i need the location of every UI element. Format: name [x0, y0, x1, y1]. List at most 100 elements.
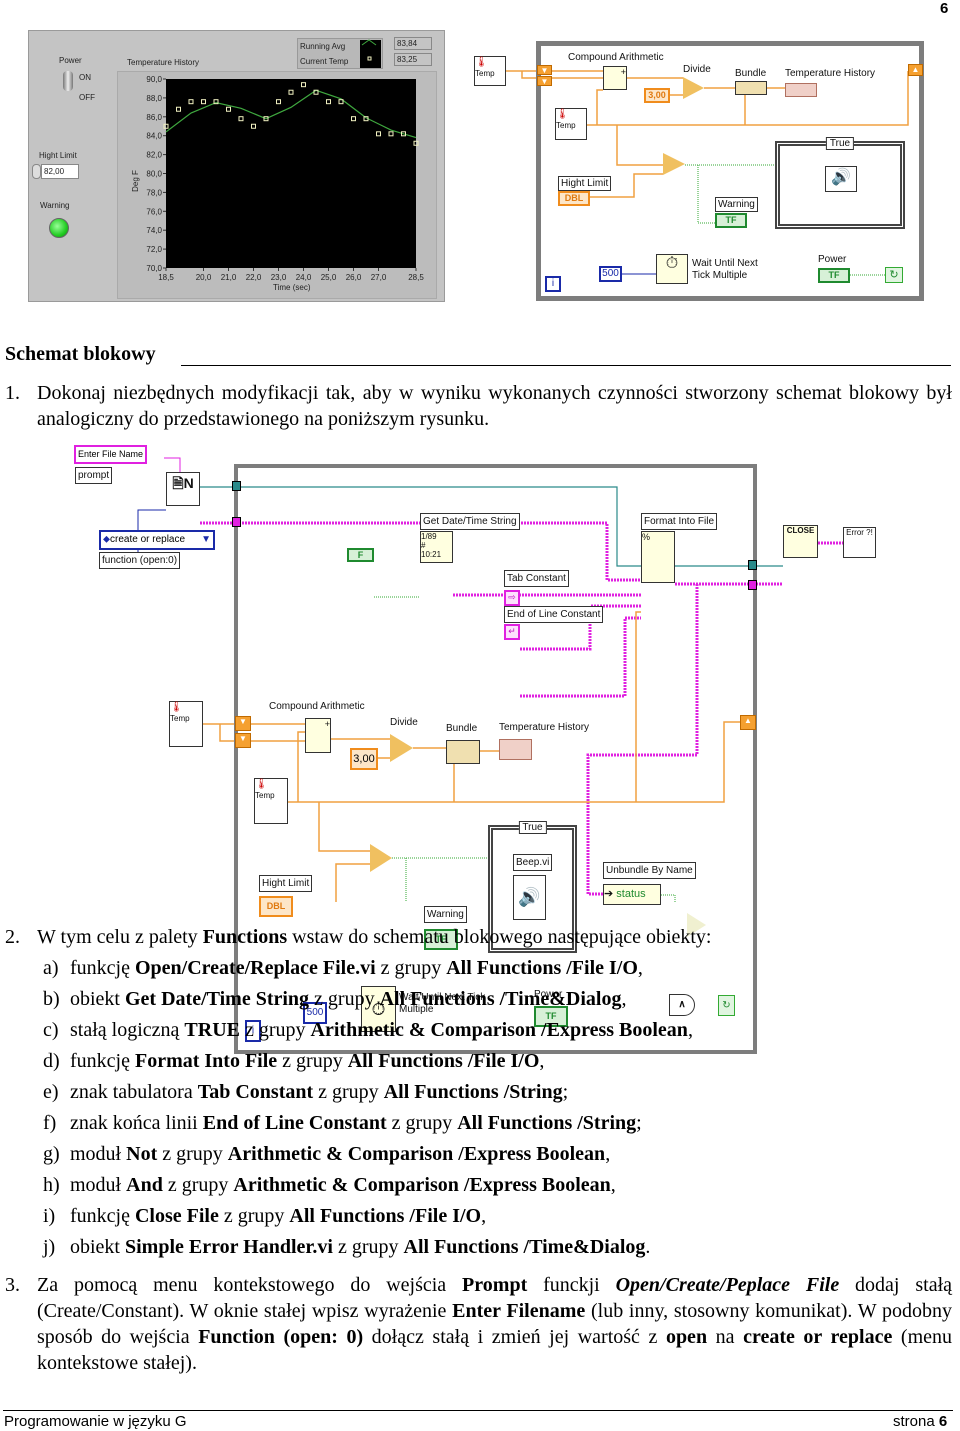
list-letter: b)	[43, 988, 60, 1010]
list-item: d) funkcję Format Into File z grupy All F…	[43, 1048, 544, 1074]
eol-constant[interactable]: ↵	[504, 624, 520, 640]
bold-term: Prompt	[462, 1274, 528, 1296]
format-into-file-node[interactable]: %	[641, 531, 675, 583]
front-panel-screenshot: Power ON OFF Hight Limit 82,00 Warning T…	[28, 30, 445, 302]
wait-constant[interactable]: 500	[599, 266, 622, 282]
bold-term: Format Into File	[134, 1050, 278, 1072]
y-tick-label: 90,0	[146, 75, 162, 84]
bold-term: Functions	[202, 926, 288, 948]
x-tick-label: 26,0	[346, 273, 362, 282]
text-run: obiekt	[70, 988, 125, 1010]
list-letter: i)	[43, 1205, 56, 1227]
paragraph-text: W tym celu z palety Functions wstaw do s…	[37, 924, 952, 950]
bold-term: End of Line Constant	[202, 1112, 387, 1134]
case-selector[interactable]: True	[518, 821, 547, 834]
paragraph-text: Za pomocą menu kontekstowego do wejścia …	[37, 1272, 952, 1376]
x-tick-label: 21,0	[221, 273, 237, 282]
list-item: i) funkcję Close File z grupy All Functio…	[43, 1203, 486, 1229]
temp-label: Temp	[556, 121, 576, 130]
text-run: stałą logiczną	[70, 1019, 185, 1041]
history-indicator[interactable]	[785, 83, 817, 97]
y-tick-label: 86,0	[146, 113, 162, 122]
wait-label: Wait Until Next Tick Multiple	[692, 258, 758, 281]
item-number: 1.	[5, 382, 20, 404]
greater-node[interactable]	[663, 153, 685, 175]
loop-condition-icon[interactable]: ↻	[718, 995, 735, 1016]
shift-register-right[interactable]: ▲	[908, 64, 923, 76]
warning-terminal[interactable]: TF	[715, 213, 747, 228]
enter-file-name-constant[interactable]: Enter File Name	[74, 445, 148, 464]
and-node[interactable]: ∧	[669, 994, 695, 1016]
temp-subvi[interactable]: 🌡Temp	[474, 56, 506, 86]
bold-term: create or replace	[743, 1326, 893, 1348]
title-rule	[181, 365, 951, 366]
block-diagram-1: 🌡Temp ▼ ▼ ▲ Compound Arithmetic + Divide…	[472, 40, 930, 302]
shift-register-left-2[interactable]: ▼	[235, 733, 251, 748]
power-terminal[interactable]: TF	[818, 268, 850, 283]
create-or-replace-constant[interactable]: ⬥create or replace ▼	[99, 530, 215, 550]
y-tick-label: 74,0	[146, 226, 162, 235]
compound-arithmetic-node[interactable]: +	[603, 66, 627, 90]
shift-register-right[interactable]: ▲	[740, 715, 756, 730]
text-run: z grupy	[162, 1174, 234, 1196]
tab-constant[interactable]: ⇨	[504, 590, 520, 606]
greater-node[interactable]	[370, 844, 392, 872]
text-run: z grupy	[375, 957, 447, 979]
list-letter: e)	[43, 1081, 59, 1103]
footer-page-prefix: strona	[893, 1413, 939, 1430]
tunnel-error-left	[232, 517, 241, 527]
x-tick-label: 28,5	[408, 273, 424, 282]
x-tick-label: 27,0	[371, 273, 387, 282]
text-run: funckji	[527, 1274, 616, 1296]
get-date-node[interactable]: 1/89 #10:21	[420, 531, 453, 563]
divide-node[interactable]	[390, 734, 413, 762]
text-run: z grupy	[157, 1143, 228, 1165]
compound-arithmetic-node[interactable]: +	[305, 718, 331, 753]
text-run: funkcję	[70, 1205, 135, 1227]
bundle-node[interactable]	[446, 740, 480, 764]
speaker-icon[interactable]: 🔊	[513, 875, 546, 920]
temp-subvi-2[interactable]: 🌡Temp	[555, 108, 587, 140]
paragraph-1: 1. Dokonaj niezbędnych modyfikacji tak, …	[5, 380, 952, 432]
temp-subvi-2[interactable]: 🌡Temp	[254, 778, 288, 824]
error-handler-node[interactable]: Error ?!	[843, 527, 876, 558]
shift-register-left-1[interactable]: ▼	[235, 716, 251, 731]
high-limit-terminal[interactable]: DBL	[259, 896, 293, 917]
page-number: 6	[940, 0, 949, 17]
list-item: e) znak tabulatora Tab Constant z grupy A…	[43, 1079, 568, 1105]
shift-register-left-1[interactable]: ▼	[537, 65, 552, 75]
list-letter: c)	[43, 1019, 59, 1041]
bold-term: TRUE	[184, 1019, 240, 1041]
y-tick-label: 72,0	[146, 245, 162, 254]
text-run: Dokonaj niezbędnych modyfikacji tak, aby…	[37, 382, 952, 430]
footer-page: strona 6	[893, 1413, 947, 1430]
text-run: z grupy	[218, 1205, 290, 1227]
loop-condition-icon[interactable]: ↻	[885, 267, 903, 283]
history-indicator[interactable]	[499, 739, 532, 760]
text-run: obiekt	[70, 1236, 125, 1258]
close-file-node[interactable]: CLOSE	[783, 525, 818, 558]
temp-subvi[interactable]: 🌡Temp	[169, 701, 203, 747]
text-run: ,	[610, 1174, 616, 1196]
text-run: znak końca linii	[70, 1112, 203, 1134]
metronome-icon[interactable]: ⏱	[656, 254, 688, 284]
unbundle-label: Unbundle By Name	[603, 862, 696, 879]
const-3[interactable]: 3,00	[644, 88, 670, 103]
case-structure[interactable]: True 🔊	[775, 137, 905, 229]
case-selector[interactable]: True	[825, 137, 855, 150]
high-limit-terminal[interactable]: DBL	[558, 191, 590, 206]
unbundle-node[interactable]: ➔ status	[603, 884, 661, 905]
open-file-icon[interactable]: 🗎N	[166, 472, 200, 506]
bold-term: All Functions /Time&Dialog	[403, 1236, 646, 1258]
compound-label: Compound Arithmetic	[568, 52, 664, 63]
shift-register-left-2[interactable]: ▼	[537, 76, 552, 86]
bundle-label: Bundle	[735, 68, 767, 79]
divide-node[interactable]	[683, 77, 704, 99]
text-run: ,	[481, 1205, 487, 1227]
const-3[interactable]: 3,00	[350, 748, 378, 770]
footer-page-number: 6	[938, 1413, 948, 1430]
bundle-node[interactable]	[735, 81, 767, 95]
false-constant[interactable]: F	[347, 548, 374, 562]
bold-term: Open/Create/Replace File.vi	[134, 957, 376, 979]
bold-term: Tab Constant	[197, 1081, 314, 1103]
